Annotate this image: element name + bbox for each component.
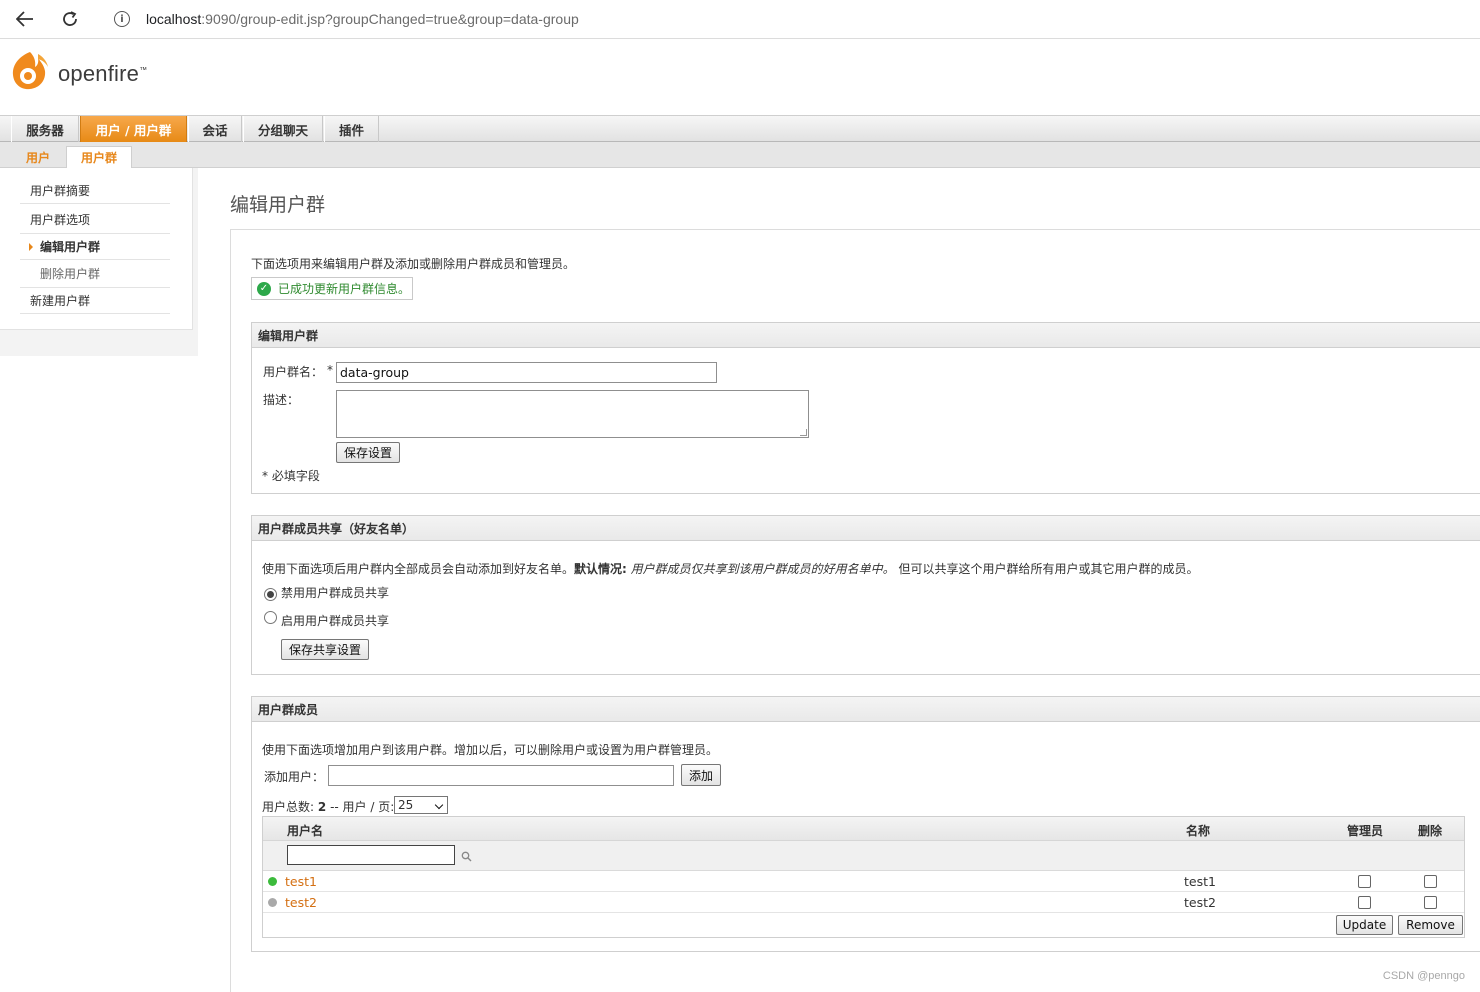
per-page-select[interactable]: 25 [394, 796, 448, 814]
add-user-button[interactable]: 添加 [681, 764, 721, 786]
url-host: localhost [146, 11, 202, 27]
watermark: CSDN @penngo [1382, 970, 1465, 982]
enable-sharing-label[interactable]: 启用用户群成员共享 [281, 612, 389, 629]
share-panel: 用户群成员共享（好友名单） [251, 515, 1480, 675]
sidebar-nav: 用户群摘要 用户群选项 编辑用户群 删除用户群 新建用户群 [0, 168, 193, 330]
main-tab-bar: 服务器 用户 / 用户群 会话 分组聊天 插件 [0, 115, 1480, 142]
tab-users-groups[interactable]: 用户 / 用户群 [80, 116, 187, 142]
add-user-input[interactable] [328, 765, 674, 786]
disable-sharing-radio[interactable] [264, 588, 277, 601]
share-desc-plain: 使用下面选项后用户群内全部成员会自动添加到好友名单。 [262, 562, 575, 576]
subtab-groups[interactable]: 用户群 [66, 146, 132, 168]
group-name-label: 用户群名： [263, 365, 324, 379]
username-link[interactable]: test1 [285, 874, 317, 889]
sidebar-item-new-group[interactable]: 新建用户群 [20, 288, 170, 314]
share-description: 使用下面选项后用户群内全部成员会自动添加到好友名单。默认情况: 用户群成员仅共享… [262, 560, 1199, 577]
sidebar-item-group-options[interactable]: 用户群选项 [20, 206, 170, 234]
search-icon[interactable] [461, 851, 472, 862]
remove-button[interactable]: Remove [1398, 915, 1463, 935]
admin-checkbox[interactable] [1358, 875, 1371, 888]
required-mark: * [327, 363, 333, 377]
success-check-icon: ✓ [257, 281, 271, 296]
panel-header: 编辑用户群 [252, 323, 1480, 348]
share-desc-default: 默认情况: [574, 562, 627, 576]
tab-plugins[interactable]: 插件 [324, 116, 379, 142]
user-count-value: 2 [317, 800, 327, 814]
chevron-down-icon [434, 800, 444, 810]
offline-status-icon [268, 898, 277, 907]
url-path: :9090/group-edit.jsp?groupChanged=true&g… [201, 11, 579, 27]
sidebar-item-edit-group[interactable]: 编辑用户群 [20, 234, 170, 260]
sidebar-item-label: 编辑用户群 [40, 240, 101, 254]
save-settings-button[interactable]: 保存设置 [336, 442, 400, 463]
panel-header: 用户群成员共享（好友名单） [252, 516, 1480, 541]
share-desc-tail: 但可以共享这个用户群给所有用户或其它用户群的成员。 [898, 562, 1199, 576]
sub-tab-bar: 用户 用户群 [0, 142, 1480, 168]
user-display-name: test2 [1184, 895, 1216, 910]
sidebar: 用户群摘要 用户群选项 编辑用户群 删除用户群 新建用户群 [0, 168, 198, 356]
per-page-value: 25 [398, 798, 414, 812]
site-info-icon[interactable]: i [114, 11, 130, 27]
tab-server[interactable]: 服务器 [11, 116, 79, 142]
back-icon[interactable] [12, 6, 38, 32]
members-table: 用户名 名称 管理员 删除 test1 test1 test2 test2 Up… [262, 816, 1465, 938]
user-count-label: 用户总数: [262, 800, 315, 814]
table-row: test1 test1 [263, 871, 1464, 892]
delete-checkbox[interactable] [1424, 875, 1437, 888]
delete-checkbox[interactable] [1424, 896, 1437, 909]
disable-sharing-label[interactable]: 禁用用户群成员共享 [281, 584, 389, 601]
intro-text: 下面选项用来编辑用户群及添加或删除用户群成员和管理员。 [251, 257, 576, 271]
share-desc-italic: 用户群成员仅共享到该用户群成员的好用名单中。 [630, 562, 895, 576]
address-bar[interactable]: i localhost:9090/group-edit.jsp?groupCha… [98, 4, 1480, 34]
enable-sharing-radio[interactable] [264, 611, 277, 624]
column-delete: 删除 [1418, 824, 1443, 838]
app-header: openfire™ [0, 39, 1480, 115]
success-message: ✓ 已成功更新用户群信息。 [251, 277, 413, 300]
column-name[interactable]: 名称 [1186, 822, 1210, 839]
per-page-label: -- 用户 / 页: [330, 800, 395, 814]
members-description: 使用下面选项增加用户到该用户群。增加以后，可以删除用户或设置为用户群管理员。 [262, 743, 719, 757]
description-textarea[interactable] [336, 390, 809, 438]
admin-checkbox[interactable] [1358, 896, 1371, 909]
save-share-settings-button[interactable]: 保存共享设置 [281, 639, 369, 660]
resize-grip-icon[interactable] [800, 429, 807, 436]
browser-toolbar: i localhost:9090/group-edit.jsp?groupCha… [0, 0, 1480, 39]
success-text: 已成功更新用户群信息。 [278, 282, 411, 296]
username-filter-input[interactable] [287, 845, 455, 865]
user-count: 用户总数: 2 -- 用户 / 页: [262, 798, 394, 815]
tab-group-chat[interactable]: 分组聊天 [243, 116, 323, 142]
page-title: 编辑用户群 [230, 194, 326, 216]
tab-sessions[interactable]: 会话 [188, 116, 242, 142]
openfire-logo[interactable] [8, 48, 52, 92]
table-header-row: 用户名 名称 管理员 删除 [263, 817, 1464, 841]
filter-row [263, 841, 1464, 871]
app-name: openfire™ [58, 61, 148, 86]
table-row: test2 test2 [263, 892, 1464, 913]
group-name-input[interactable]: data-group [336, 362, 717, 383]
user-display-name: test1 [1184, 874, 1216, 889]
sidebar-item-group-summary[interactable]: 用户群摘要 [20, 178, 170, 204]
panel-header: 用户群成员 [252, 697, 1480, 722]
add-user-label: 添加用户： [264, 770, 325, 784]
reload-icon[interactable] [57, 6, 83, 32]
subtab-users[interactable]: 用户 [12, 146, 64, 168]
column-username[interactable]: 用户名 [287, 822, 323, 839]
description-label: 描述： [263, 393, 300, 407]
required-note: * 必填字段 [262, 469, 320, 483]
sidebar-item-delete-group[interactable]: 删除用户群 [20, 260, 170, 288]
column-admin: 管理员 [1347, 824, 1384, 838]
online-status-icon [268, 877, 277, 886]
update-button[interactable]: Update [1336, 915, 1393, 935]
current-arrow-icon [29, 242, 33, 251]
username-link[interactable]: test2 [285, 895, 317, 910]
